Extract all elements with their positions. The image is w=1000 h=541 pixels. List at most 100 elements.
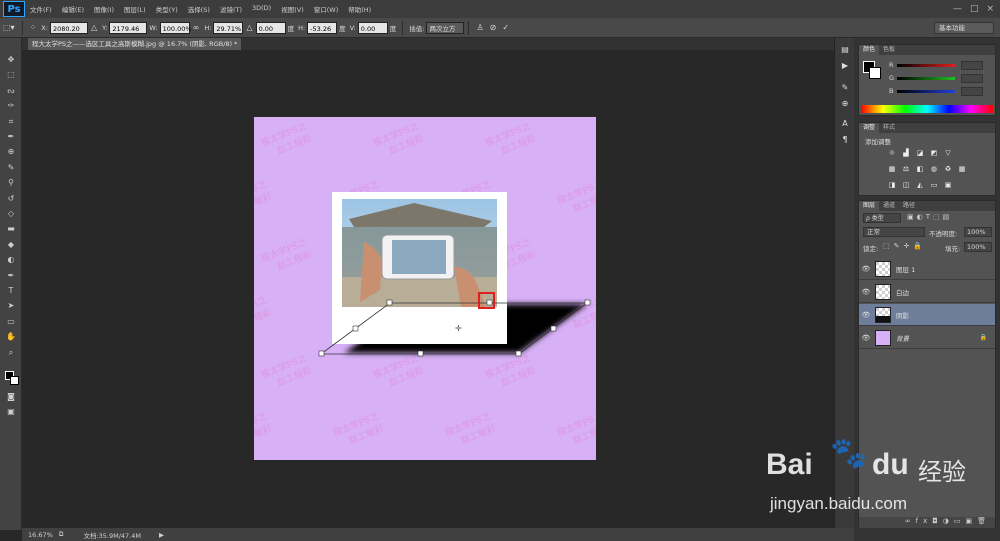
interpolation-select[interactable]: 两次立方 [426, 21, 465, 34]
layer-name[interactable]: 背景 [896, 333, 909, 343]
tab-styles[interactable]: 样式 [879, 123, 899, 133]
gradient-map-icon[interactable]: ▭ [929, 181, 939, 190]
channel-mixer-icon[interactable]: ♻ [943, 165, 953, 174]
link-icon[interactable]: ∞ [193, 23, 200, 32]
clone-stamp-tool-icon[interactable]: ⚲ [5, 177, 17, 189]
color-channel-field[interactable] [961, 74, 983, 83]
visibility-eye-icon[interactable]: 👁 [859, 265, 873, 273]
background-color-swatch[interactable] [869, 67, 881, 79]
toolbar-background-color[interactable] [10, 376, 19, 385]
tab-color[interactable]: 颜色 [859, 45, 880, 55]
delta-icon[interactable]: △ [91, 23, 97, 32]
layer-row[interactable]: 👁 图层 1 [859, 258, 995, 280]
workspace-select[interactable]: 基本功能 [934, 22, 994, 34]
color-channel-slider[interactable] [897, 64, 955, 67]
y-field[interactable]: 2179.46 像 [109, 21, 148, 45]
lock-icons[interactable]: ⬚✎✛🔒 [883, 242, 926, 250]
color-channel-slider[interactable] [897, 77, 955, 80]
menu-item[interactable]: 3D(D) [247, 4, 276, 14]
path-select-tool-icon[interactable]: ➤ [5, 300, 17, 312]
tab-swatches[interactable]: 色板 [879, 45, 899, 55]
layer-row[interactable]: 👁 背景 🔒 [859, 327, 995, 349]
quick-mask-icon[interactable]: ◙ [5, 391, 17, 403]
tab-adjustments[interactable]: 调整 [859, 123, 880, 133]
visibility-eye-icon[interactable]: 👁 [859, 334, 873, 342]
history-icon[interactable]: ▤ [839, 44, 851, 56]
visibility-eye-icon[interactable]: 👁 [859, 288, 873, 296]
type-tool-icon[interactable]: T [5, 285, 17, 297]
brush-preset-icon[interactable]: ✎ [839, 82, 851, 94]
commit-transform-icon[interactable]: ✓ [502, 23, 509, 32]
layer-name[interactable]: 图层 1 [896, 264, 915, 274]
black-white-icon[interactable]: ◧ [915, 165, 925, 174]
character-icon[interactable]: A [839, 118, 851, 130]
angle-field[interactable]: 0.00 [255, 21, 286, 34]
menu-item[interactable]: 滤镜(T) [215, 4, 247, 14]
visibility-eye-icon[interactable]: 👁 [859, 311, 873, 319]
actions-icon[interactable]: ▶ [839, 60, 851, 72]
brush-tool-icon[interactable]: ✎ [5, 162, 17, 174]
vibrance-icon[interactable]: ▽ [943, 149, 953, 158]
w-field[interactable]: 100.00% [159, 21, 192, 34]
lasso-tool-icon[interactable]: ᔓ [5, 85, 17, 97]
layer-name[interactable]: 白边 [896, 287, 909, 297]
layer-kind-filter[interactable]: ρ 类型 [863, 213, 901, 223]
selective-color-icon[interactable]: ▣ [943, 181, 953, 190]
zoom-level[interactable]: 16.67% [28, 531, 53, 539]
warp-icon[interactable]: ♙ [476, 23, 483, 32]
rectangle-tool-icon[interactable]: ▭ [5, 316, 17, 328]
zoom-tool-icon[interactable]: ⌕ [5, 347, 17, 359]
layer-filter-icons[interactable]: ▣◐T⬚▤ [907, 213, 952, 221]
opacity-field[interactable]: 100% [964, 227, 992, 237]
menu-item[interactable]: 视图(V) [276, 4, 309, 14]
close-button[interactable]: × [986, 4, 994, 14]
gradient-tool-icon[interactable]: ▬ [5, 223, 17, 235]
quick-select-tool-icon[interactable]: ✑ [5, 100, 17, 112]
move-tool-icon[interactable]: ✥ [5, 54, 17, 66]
tab-channels[interactable]: 通道 [879, 201, 899, 211]
cancel-transform-icon[interactable]: ⊘ [490, 23, 497, 32]
menu-item[interactable]: 文件(F) [25, 4, 57, 14]
hskew-field[interactable]: -53.26 [307, 21, 338, 34]
status-arrow-icon[interactable]: ▶ [159, 531, 164, 539]
color-channel-slider[interactable] [897, 90, 955, 93]
menu-item[interactable]: 图像(I) [89, 4, 119, 14]
pen-tool-icon[interactable]: ✒ [5, 270, 17, 282]
tab-paths[interactable]: 路径 [899, 201, 919, 211]
healing-brush-tool-icon[interactable]: ⊕ [5, 146, 17, 158]
curves-icon[interactable]: ◪ [915, 149, 925, 158]
x-field[interactable]: 2080.20 像 [49, 21, 88, 45]
paragraph-icon[interactable]: ¶ [839, 134, 851, 146]
layer-row[interactable]: 👁 白边 [859, 281, 995, 303]
menu-item[interactable]: 图层(L) [119, 4, 151, 14]
history-brush-tool-icon[interactable]: ↺ [5, 193, 17, 205]
hue-saturation-icon[interactable]: ▦ [887, 165, 897, 174]
fill-field[interactable]: 100% [964, 242, 992, 252]
reference-point-icon[interactable]: ⁘ [30, 23, 37, 32]
menu-item[interactable]: 选择(S) [183, 4, 215, 14]
marquee-tool-icon[interactable]: ⬚ [5, 69, 17, 81]
tab-layers[interactable]: 图层 [859, 201, 880, 211]
threshold-icon[interactable]: ◭ [915, 181, 925, 190]
layer-name[interactable]: 阴影 [896, 310, 909, 320]
screen-mode-icon[interactable]: ▣ [5, 406, 17, 418]
color-channel-field[interactable] [961, 61, 983, 70]
status-menu-icon[interactable]: ⧉ [59, 530, 64, 539]
eyedropper-tool-icon[interactable]: ✒ [5, 131, 17, 143]
menu-item[interactable]: 窗口(W) [309, 4, 344, 14]
posterize-icon[interactable]: ◫ [901, 181, 911, 190]
menu-item[interactable]: 帮助(H) [343, 4, 376, 14]
menu-item[interactable]: 类型(Y) [151, 4, 183, 14]
color-balance-icon[interactable]: ⚖ [901, 165, 911, 174]
photo-filter-icon[interactable]: ◍ [929, 165, 939, 174]
color-channel-field[interactable] [961, 87, 983, 96]
clone-source-icon[interactable]: ⊕ [839, 98, 851, 110]
document-tab[interactable]: 程大太学PS之——选区工具之高斯模糊.jpg @ 16.7% (阴影, RGB/… [28, 38, 242, 50]
h-field[interactable]: 29.71% [213, 21, 244, 34]
vskew-field[interactable]: 0.00 [357, 21, 388, 34]
document-canvas[interactable]: 程太学PS之 赵工程彩 程太学PS之 赵工程彩 程太学PS之 赵工程彩 程太学PS之 赵工程彩… [254, 117, 596, 460]
layer-row[interactable]: 👁 阴影 [859, 304, 995, 326]
eraser-tool-icon[interactable]: ◇ [5, 208, 17, 220]
blur-tool-icon[interactable]: ◆ [5, 239, 17, 251]
maximize-button[interactable]: □ [970, 4, 979, 14]
